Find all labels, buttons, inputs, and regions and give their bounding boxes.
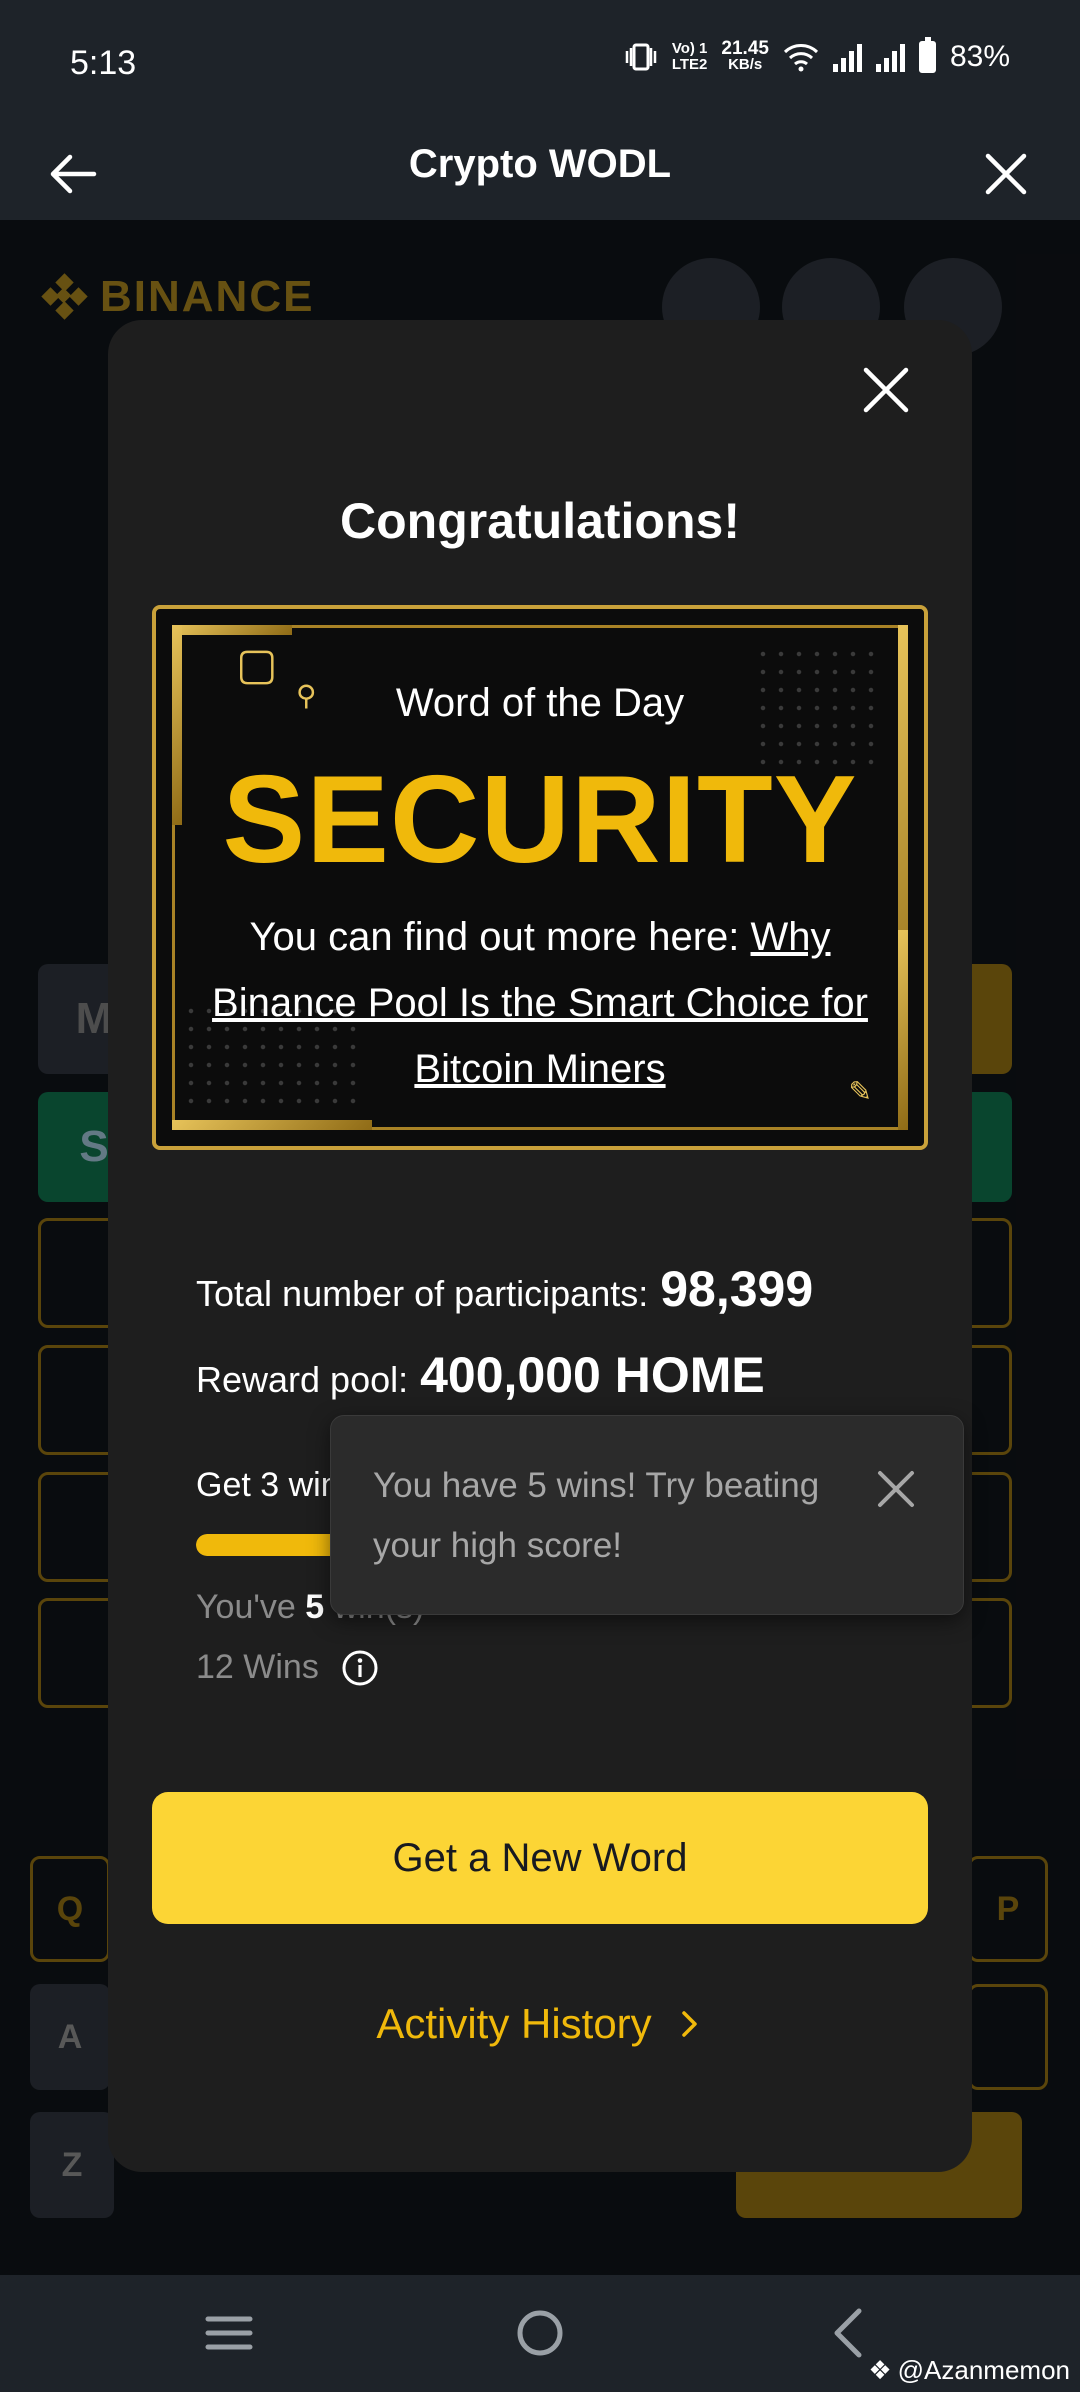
status-icons: Vo) 1 LTE2 21.45 KB/s 83% xyxy=(624,37,1010,74)
back-icon[interactable] xyxy=(815,2303,885,2363)
participants-row: Total number of participants: 98,399 xyxy=(196,1260,932,1318)
page-title: Crypto WODL xyxy=(408,142,672,186)
total-wins-label: 12 Wins xyxy=(196,1648,319,1686)
watermark-logo-icon: ❖ xyxy=(868,2355,892,2385)
status-bar: 5:13 Vo) 1 LTE2 21.45 KB/s 83% xyxy=(0,0,1080,130)
get-new-word-button[interactable]: Get a New Word xyxy=(152,1792,928,1924)
congratulations-modal: Congratulations! ▢ ⚲ ✎ Word of the Day S… xyxy=(108,320,972,2172)
participants-label: Total number of participants: xyxy=(196,1273,649,1314)
close-icon[interactable] xyxy=(976,144,1036,204)
card-corner xyxy=(898,930,908,1130)
app-header: Crypto WODL xyxy=(0,130,1080,220)
word-of-day-card: ▢ ⚲ ✎ Word of the Day SECURITY You can f… xyxy=(152,605,928,1150)
reward-row: Reward pool: 400,000 HOME xyxy=(196,1346,932,1404)
modal-title: Congratulations! xyxy=(340,493,740,549)
card-corner xyxy=(172,625,292,635)
total-wins: 12 Wins xyxy=(196,1648,379,1687)
high-score-tooltip: You have 5 wins! Try beating your high s… xyxy=(330,1415,964,1615)
signal-1-icon xyxy=(832,42,862,72)
card-corner xyxy=(172,1120,372,1130)
wifi-icon xyxy=(783,44,818,72)
status-time: 5:13 xyxy=(70,44,137,82)
wins-count: 5 xyxy=(305,1588,325,1626)
tooltip-close-icon[interactable] xyxy=(875,1468,917,1510)
reward-label: Reward pool: xyxy=(196,1359,409,1400)
info-icon[interactable] xyxy=(341,1649,379,1687)
activity-history-label: Activity History xyxy=(376,2000,652,2047)
home-icon[interactable] xyxy=(505,2303,575,2363)
word-of-day: SECURITY xyxy=(222,751,858,889)
battery-percent: 83% xyxy=(949,40,1010,73)
learn-more-text: You can find out more here: Why Binance … xyxy=(196,904,884,1102)
learn-more-prefix: You can find out more here: xyxy=(249,915,751,959)
stats-section: Total number of participants: 98,399 Rew… xyxy=(196,1260,932,1432)
battery-icon xyxy=(918,37,936,73)
menu-icon[interactable] xyxy=(194,2303,264,2363)
tooltip-text: You have 5 wins! Try beating your high s… xyxy=(373,1466,820,1565)
network-type: Vo) 1 LTE2 xyxy=(671,40,708,73)
modal-close-icon[interactable] xyxy=(858,362,914,418)
watermark-text: @Azanmemon xyxy=(897,2355,1070,2385)
reward-value: 400,000 HOME xyxy=(420,1347,765,1403)
signal-2-icon xyxy=(875,42,905,72)
vibrate-icon xyxy=(625,43,657,71)
activity-history-link[interactable]: Activity History xyxy=(108,2000,972,2048)
network-speed: 21.45 KB/s xyxy=(721,38,769,73)
system-nav-bar: ❖ @Azanmemon xyxy=(0,2275,1080,2392)
watermark: ❖ @Azanmemon xyxy=(868,2355,1070,2386)
word-of-day-label: Word of the Day xyxy=(395,681,685,725)
chevron-right-icon xyxy=(681,2011,697,2037)
participants-value: 98,399 xyxy=(660,1261,814,1317)
